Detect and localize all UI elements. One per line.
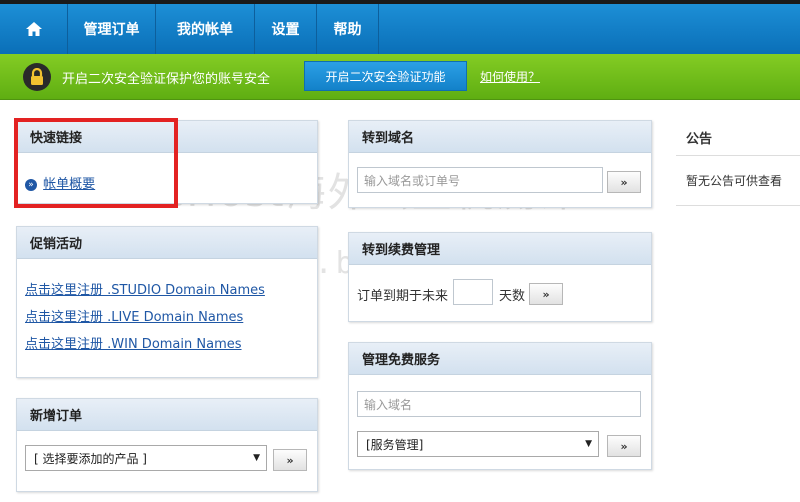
- nav-home[interactable]: [0, 4, 68, 54]
- renewal-go-button[interactable]: »: [529, 283, 563, 305]
- goto-domain-panel: 转到域名 输入域名或订单号 »: [348, 120, 652, 208]
- circle-arrow-icon: »: [25, 178, 37, 191]
- dropdown-arrow-icon: ▼: [253, 453, 260, 463]
- service-management-select[interactable]: [服务管理] ▼: [357, 431, 599, 457]
- new-order-go-button[interactable]: »: [273, 449, 307, 471]
- free-services-panel: 管理免费服务 输入域名 [服务管理] ▼ »: [348, 342, 652, 470]
- product-select-value: [ 选择要添加的产品 ]: [34, 451, 147, 466]
- announcements-empty: 暂无公告可供查看: [676, 156, 800, 206]
- service-select-value: [服务管理]: [366, 437, 424, 452]
- nav-manage-orders[interactable]: 管理订单: [68, 4, 156, 54]
- promo-link-live[interactable]: 点击这里注册 .LIVE Domain Names: [25, 310, 243, 325]
- free-services-title: 管理免费服务: [349, 343, 651, 375]
- dropdown-arrow-icon: ▼: [585, 439, 592, 449]
- product-select[interactable]: [ 选择要添加的产品 ] ▼: [25, 445, 267, 471]
- nav-my-billing[interactable]: 我的帐单: [156, 4, 255, 54]
- how-to-use-link[interactable]: 如何使用？: [480, 68, 540, 85]
- goto-domain-title: 转到域名: [349, 121, 651, 153]
- promo-link-win[interactable]: 点击这里注册 .WIN Domain Names: [25, 337, 242, 352]
- domain-or-order-input[interactable]: 输入域名或订单号: [357, 167, 603, 193]
- top-nav: 管理订单 我的帐单 设置 帮助: [0, 0, 800, 54]
- security-message: 开启二次安全验证保护您的账号安全: [62, 72, 271, 87]
- quick-links-panel: 快速链接 » 帐单概要: [16, 120, 318, 204]
- home-icon: [25, 22, 42, 36]
- renewal-title: 转到续费管理: [349, 233, 651, 265]
- security-bar: 开启二次安全验证保护您的账号安全 开启二次安全验证功能 如何使用？: [0, 54, 800, 100]
- renewal-label-before: 订单到期于未来: [357, 289, 449, 304]
- announcements-title: 公告: [676, 120, 800, 156]
- announcements-section: 公告 暂无公告可供查看: [676, 120, 800, 206]
- free-service-domain-input[interactable]: 输入域名: [357, 391, 641, 417]
- promotions-panel: 促销活动 点击这里注册 .STUDIO Domain Names 点击这里注册 …: [16, 226, 318, 378]
- nav-help[interactable]: 帮助: [317, 4, 379, 54]
- renewal-panel: 转到续费管理 订单到期于未来 天数 »: [348, 232, 652, 322]
- new-order-title: 新增订单: [17, 399, 317, 431]
- billing-summary-link[interactable]: 帐单概要: [43, 177, 95, 192]
- new-order-panel: 新增订单 [ 选择要添加的产品 ] ▼ »: [16, 398, 318, 492]
- renewal-label-after: 天数: [499, 289, 526, 304]
- free-services-go-button[interactable]: »: [607, 435, 641, 457]
- nav-settings[interactable]: 设置: [255, 4, 317, 54]
- promo-link-studio[interactable]: 点击这里注册 .STUDIO Domain Names: [25, 283, 265, 298]
- lock-icon: [23, 63, 51, 91]
- promotions-title: 促销活动: [17, 227, 317, 259]
- renewal-days-input[interactable]: [453, 279, 493, 305]
- enable-2fa-button[interactable]: 开启二次安全验证功能: [304, 61, 467, 91]
- goto-domain-go-button[interactable]: »: [607, 171, 641, 193]
- quick-links-title: 快速链接: [17, 121, 317, 153]
